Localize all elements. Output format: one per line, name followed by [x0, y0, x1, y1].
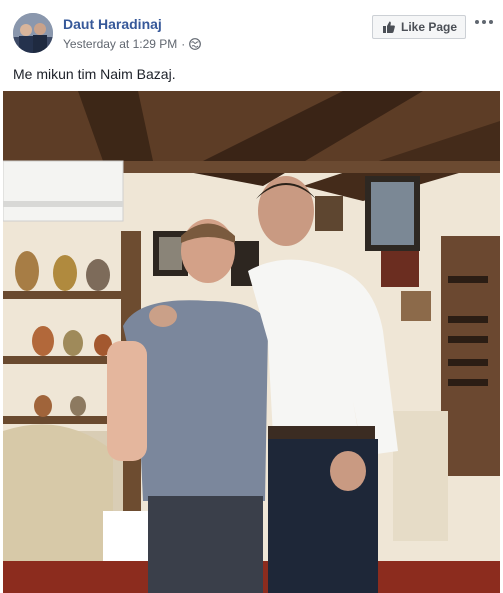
post-photo[interactable] — [3, 91, 500, 593]
post-header: Daut Haradinaj Yesterday at 1:29 PM · Li… — [0, 0, 503, 60]
author-name-link[interactable]: Daut Haradinaj — [63, 16, 162, 32]
post-timestamp[interactable]: Yesterday at 1:29 PM — [63, 37, 177, 51]
facebook-post: Daut Haradinaj Yesterday at 1:29 PM · Li… — [0, 0, 503, 593]
post-meta: Yesterday at 1:29 PM · — [63, 37, 202, 51]
post-caption: Me mikun tim Naim Bazaj. — [13, 66, 176, 82]
author-avatar[interactable] — [13, 13, 53, 53]
like-page-button[interactable]: Like Page — [372, 15, 466, 39]
more-options-icon[interactable] — [473, 14, 495, 30]
thumbs-up-icon — [382, 20, 396, 34]
like-page-label: Like Page — [401, 20, 458, 34]
meta-separator: · — [181, 37, 186, 51]
globe-icon[interactable] — [189, 38, 202, 50]
